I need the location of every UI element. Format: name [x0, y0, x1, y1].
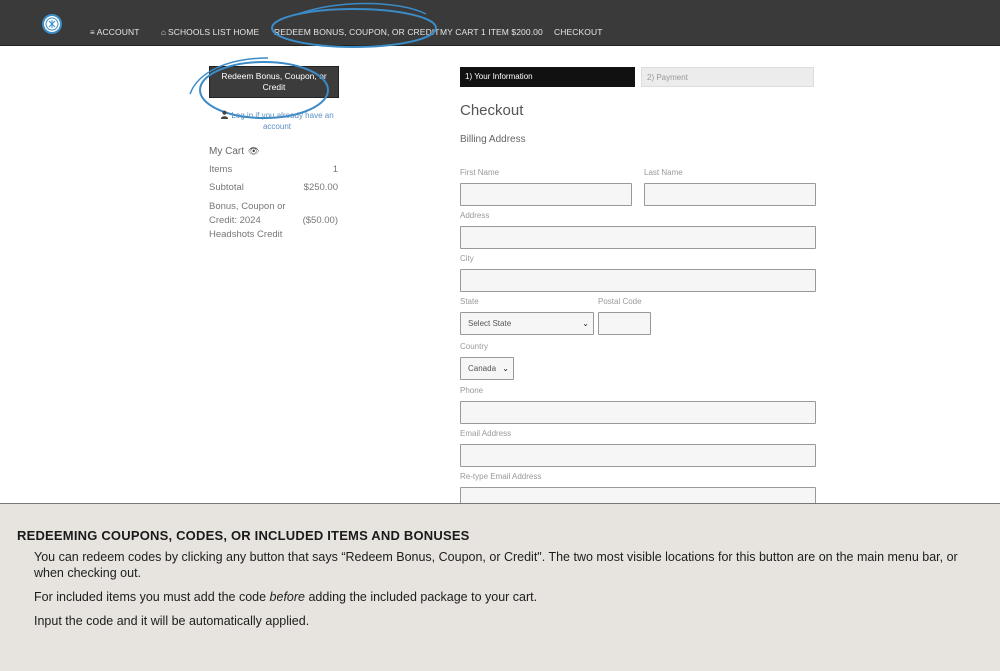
email-label: Email Address	[460, 429, 512, 438]
nav-checkout[interactable]: CHECKOUT	[554, 27, 603, 37]
logo-icon[interactable]	[42, 14, 62, 34]
last-name-label: Last Name	[644, 168, 683, 177]
eye-icon[interactable]: 👁	[248, 146, 259, 157]
cart-row-items: Items 1	[209, 164, 338, 175]
phone-field[interactable]	[460, 401, 816, 424]
top-nav-bar: ≡ ACCOUNT ⌂ SCHOOLS LIST HOME REDEEM BONUS…	[0, 0, 1000, 46]
section-title: Billing Address	[460, 134, 526, 145]
country-label: Country	[460, 342, 489, 351]
chevron-down-icon: ⌄	[582, 319, 589, 328]
state-label: State	[460, 297, 479, 306]
postal-code-label: Postal Code	[598, 297, 642, 306]
info-paragraph-1: You can redeem codes by clicking any but…	[34, 550, 958, 580]
info-paragraph-3: Input the code and it will be automatica…	[34, 614, 310, 628]
cart-row-bonus: Bonus, Coupon or Credit: 2024 Headshots …	[209, 201, 338, 240]
step-payment[interactable]: 2) Payment	[641, 67, 814, 87]
home-icon: ⌂	[161, 28, 166, 37]
user-icon	[221, 110, 229, 119]
postal-code-field[interactable]	[598, 312, 651, 335]
last-name-field[interactable]	[644, 183, 816, 206]
step-your-information[interactable]: 1) Your Information	[460, 67, 635, 87]
phone-label: Phone	[460, 386, 484, 395]
info-panel: REDEEMING COUPONS, CODES, OR INCLUDED IT…	[0, 503, 1000, 671]
state-select[interactable]: Select State ⌄	[460, 312, 594, 335]
info-title: REDEEMING COUPONS, CODES, OR INCLUDED IT…	[17, 528, 470, 543]
menu-icon: ≡	[90, 28, 95, 37]
cart-title: My Cart 👁	[209, 146, 260, 157]
login-link[interactable]: Log in if you already have an account	[212, 110, 342, 132]
email-retype-label: Re-type Email Address	[460, 472, 542, 481]
country-select[interactable]: Canada ⌄	[460, 357, 514, 380]
address-field[interactable]	[460, 226, 816, 249]
city-label: City	[460, 254, 474, 263]
cart-row-subtotal: Subtotal $250.00	[209, 182, 338, 193]
city-field[interactable]	[460, 269, 816, 292]
chevron-down-icon: ⌄	[502, 364, 509, 373]
first-name-label: First Name	[460, 168, 500, 177]
address-label: Address	[460, 211, 490, 220]
page-title: Checkout	[460, 102, 524, 119]
nav-redeem[interactable]: REDEEM BONUS, COUPON, OR CREDIT	[274, 27, 440, 37]
nav-cart[interactable]: MY CART 1 ITEM $200.00	[440, 27, 543, 37]
info-paragraph-2: For included items you must add the code…	[34, 590, 538, 604]
redeem-button[interactable]: Redeem Bonus, Coupon, or Credit	[209, 66, 339, 98]
first-name-field[interactable]	[460, 183, 632, 206]
email-field[interactable]	[460, 444, 816, 467]
nav-schools-home[interactable]: ⌂ SCHOOLS LIST HOME	[161, 27, 259, 37]
nav-account[interactable]: ≡ ACCOUNT	[90, 27, 140, 37]
